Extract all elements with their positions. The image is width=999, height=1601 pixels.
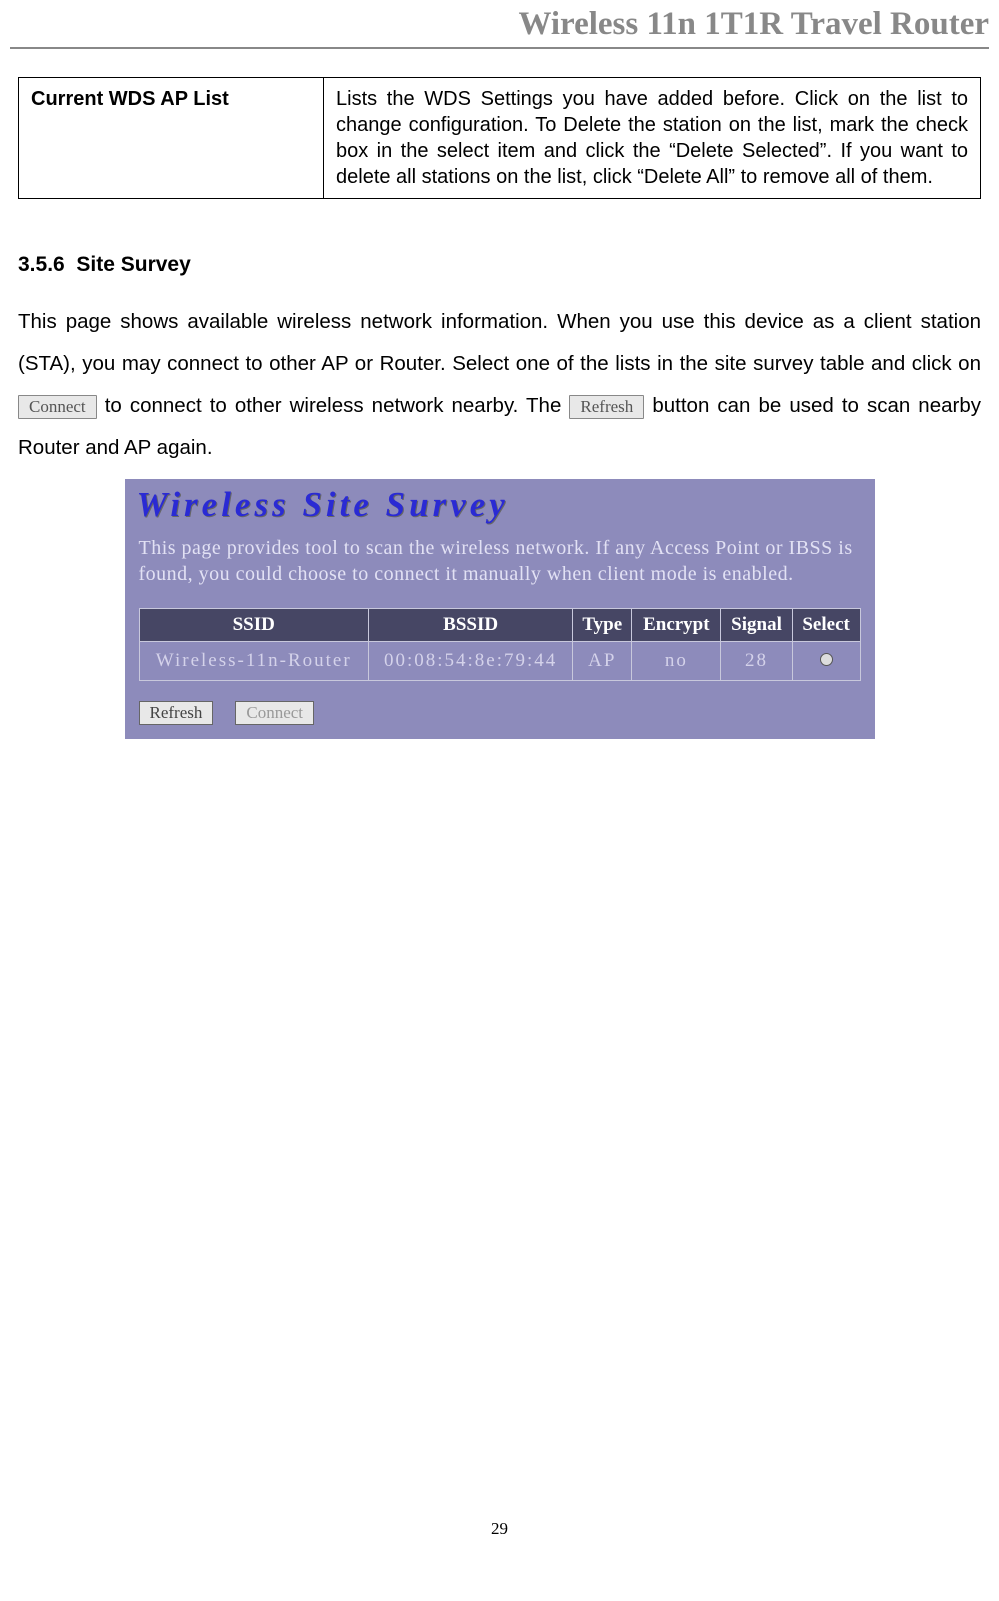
page-header-title: Wireless 11n 1T1R Travel Router	[0, 0, 999, 47]
survey-data-row: Wireless-11n-Router 00:08:54:8e:79:44 AP…	[139, 641, 860, 680]
page-number: 29	[0, 1519, 999, 1539]
col-encrypt: Encrypt	[632, 608, 721, 641]
col-signal: Signal	[721, 608, 792, 641]
cell-select[interactable]	[792, 641, 860, 680]
refresh-button-inline[interactable]: Refresh	[569, 395, 644, 419]
header-divider	[10, 47, 989, 49]
body-text-1b: to connect to other wireless network nea…	[105, 394, 570, 417]
col-ssid: SSID	[139, 608, 368, 641]
cell-signal: 28	[721, 641, 792, 680]
connect-button[interactable]: Connect	[235, 701, 314, 725]
cell-ssid: Wireless-11n-Router	[139, 641, 368, 680]
wds-desc-cell: Lists the WDS Settings you have added be…	[324, 78, 981, 199]
survey-header-row: SSID BSSID Type Encrypt Signal Select	[139, 608, 860, 641]
refresh-button[interactable]: Refresh	[139, 701, 214, 725]
cell-bssid: 00:08:54:8e:79:44	[368, 641, 572, 680]
body-paragraph: This page shows available wireless netwo…	[18, 301, 981, 469]
col-type: Type	[573, 608, 632, 641]
section-number: 3.5.6	[18, 253, 65, 276]
cell-encrypt: no	[632, 641, 721, 680]
section-title: Site Survey	[76, 253, 190, 276]
table-row: Current WDS AP List Lists the WDS Settin…	[19, 78, 981, 199]
survey-table: SSID BSSID Type Encrypt Signal Select Wi…	[139, 608, 861, 681]
body-text-1a: This page shows available wireless netwo…	[18, 310, 981, 375]
col-select: Select	[792, 608, 860, 641]
cell-type: AP	[573, 641, 632, 680]
col-bssid: BSSID	[368, 608, 572, 641]
site-survey-screenshot: Wireless Site Survey This page provides …	[125, 479, 875, 739]
radio-icon[interactable]	[820, 653, 833, 666]
wds-info-table: Current WDS AP List Lists the WDS Settin…	[18, 77, 981, 199]
screenshot-title: Wireless Site Survey	[125, 479, 875, 525]
wds-label-cell: Current WDS AP List	[19, 78, 324, 199]
connect-button-inline[interactable]: Connect	[18, 395, 97, 419]
screenshot-description: This page provides tool to scan the wire…	[125, 525, 875, 602]
section-heading: 3.5.6 Site Survey	[18, 253, 981, 277]
screenshot-button-row: Refresh Connect	[125, 695, 875, 739]
